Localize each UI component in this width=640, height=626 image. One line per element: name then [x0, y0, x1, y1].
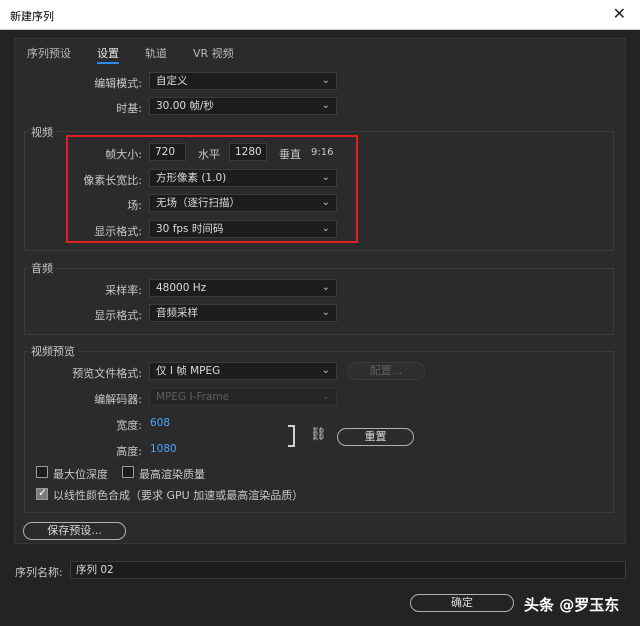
- close-icon[interactable]: ✕: [613, 5, 626, 23]
- save-preset-button[interactable]: 保存预设...: [23, 522, 126, 540]
- tab-sequence-presets[interactable]: 序列预设: [27, 45, 71, 61]
- caret-down-icon: ⌄: [321, 75, 330, 86]
- sequence-name-label: 序列名称:: [15, 566, 63, 579]
- caret-down-icon: ⌄: [321, 307, 330, 318]
- preview-file-format-dropdown[interactable]: 仅 I 帧 MPEG ⌄: [149, 362, 337, 380]
- sample-rate-label: 采样率:: [105, 284, 142, 297]
- sequence-name-input[interactable]: 序列 02: [70, 561, 626, 579]
- link-bracket: [288, 425, 295, 447]
- edit-mode-dropdown[interactable]: 自定义 ⌄: [149, 72, 337, 90]
- edit-mode-label: 编辑模式:: [94, 77, 142, 90]
- timebase-value: 30.00 帧/秒: [156, 100, 214, 112]
- video-group-title: 视频: [28, 124, 56, 140]
- edit-mode-value: 自定义: [156, 75, 188, 87]
- linear-color-label: 以线性颜色合成（要求 GPU 加速或最高渲染品质）: [53, 489, 304, 502]
- audio-display-format-label: 显示格式:: [94, 309, 142, 322]
- timebase-label: 时基:: [116, 102, 142, 115]
- title-bar: 新建序列 ✕: [0, 0, 640, 30]
- linear-color-checkbox[interactable]: [36, 486, 48, 500]
- audio-display-format-dropdown[interactable]: 音频采样 ⌄: [149, 304, 337, 322]
- link-icon[interactable]: ⛓: [310, 427, 327, 442]
- configure-button[interactable]: 配置...: [347, 362, 425, 380]
- tab-settings[interactable]: 设置: [97, 45, 119, 64]
- ok-button[interactable]: 确定: [410, 594, 514, 612]
- caret-down-icon: ⌄: [321, 365, 330, 376]
- max-bit-depth-label: 最大位深度: [53, 468, 108, 481]
- audio-group-title: 音频: [28, 260, 56, 276]
- codec-label: 编解码器:: [94, 393, 142, 406]
- preview-height-label: 高度:: [116, 445, 142, 458]
- highlight-box: [66, 135, 358, 243]
- caret-down-icon: ⌄: [321, 100, 330, 111]
- preview-height-value[interactable]: 1080: [150, 443, 177, 455]
- audio-display-format-value: 音频采样: [156, 307, 198, 319]
- max-bit-depth-checkbox[interactable]: [36, 466, 48, 478]
- video-preview-group-title: 视频预览: [28, 343, 78, 359]
- watermark-text: 头条 @罗玉东: [524, 596, 620, 614]
- max-render-quality-label: 最高渲染质量: [139, 468, 205, 481]
- timebase-dropdown[interactable]: 30.00 帧/秒 ⌄: [149, 97, 337, 115]
- max-render-quality-checkbox[interactable]: [122, 466, 134, 478]
- sample-rate-dropdown[interactable]: 48000 Hz ⌄: [149, 279, 337, 297]
- sample-rate-value: 48000 Hz: [156, 282, 207, 294]
- preview-file-format-value: 仅 I 帧 MPEG: [156, 365, 221, 377]
- tab-vr-video[interactable]: VR 视频: [193, 45, 234, 61]
- caret-down-icon: ⌄: [321, 391, 330, 402]
- tab-tracks[interactable]: 轨道: [145, 45, 167, 61]
- caret-down-icon: ⌄: [321, 282, 330, 293]
- preview-width-value[interactable]: 608: [150, 417, 170, 429]
- codec-dropdown[interactable]: MPEG I-Frame ⌄: [149, 388, 337, 406]
- window-title: 新建序列: [10, 10, 54, 23]
- reset-button[interactable]: 重置: [337, 428, 414, 446]
- preview-file-format-label: 预览文件格式:: [72, 367, 142, 380]
- codec-value: MPEG I-Frame: [156, 391, 230, 403]
- preview-width-label: 宽度:: [116, 419, 142, 432]
